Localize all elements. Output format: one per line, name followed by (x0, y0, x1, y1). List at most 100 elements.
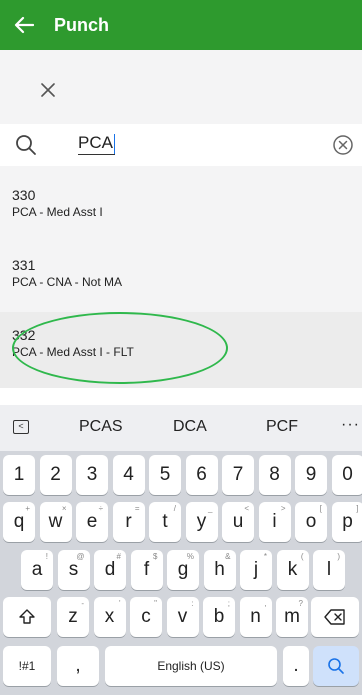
period-key[interactable]: . (283, 646, 309, 686)
key-h-label: h (214, 559, 225, 580)
key-y[interactable]: y _ (185, 502, 218, 542)
key-2-label: 2 (50, 464, 61, 485)
symbols-key-label: !#1 (18, 659, 36, 673)
key-i-alt: > (280, 504, 286, 513)
key-9-label: 9 (305, 464, 317, 485)
key-d-label: d (104, 559, 116, 580)
key-j[interactable]: j * (240, 550, 272, 590)
key-y-label: y (196, 511, 207, 532)
key-n[interactable]: n, (239, 597, 272, 637)
key-g[interactable]: g% (167, 550, 199, 590)
symbols-key[interactable]: !#1 (3, 646, 51, 686)
key-6-label: 6 (196, 464, 207, 485)
key-t[interactable]: t / (149, 502, 181, 542)
key-4[interactable]: 4 (112, 455, 145, 495)
key-p-label: p (342, 511, 353, 532)
key-e-alt: ÷ (98, 504, 103, 513)
close-bar (0, 60, 362, 120)
key-p-alt: ] (356, 504, 359, 513)
comma-key-label: , (75, 655, 81, 676)
key-m-alt: ? (298, 599, 303, 608)
key-u-alt: < (244, 504, 249, 513)
key-2[interactable]: 2 (39, 455, 72, 495)
space-key[interactable]: English (US) (105, 646, 277, 686)
key-l-label: l (326, 559, 332, 580)
key-v-label: v (177, 606, 188, 627)
key-e-label: e (86, 511, 98, 532)
key-m[interactable]: m? (276, 597, 308, 637)
back-arrow-icon[interactable] (0, 0, 48, 50)
key-0-label: 0 (342, 464, 353, 485)
result-name: PCA - Med Asst I (12, 205, 103, 219)
key-f-label: f (143, 559, 150, 580)
key-8-label: 8 (269, 464, 280, 485)
key-7-label: 7 (232, 464, 244, 485)
key-9[interactable]: 9 (295, 455, 327, 495)
key-6[interactable]: 6 (185, 455, 218, 495)
clear-circle-icon[interactable] (332, 134, 354, 156)
suggestion-bar: < PCAS DCA PCF ··· (0, 405, 362, 451)
backspace-icon[interactable] (311, 597, 359, 637)
key-q-label: q (13, 511, 25, 532)
key-k[interactable]: k( (276, 550, 309, 590)
close-icon[interactable] (36, 78, 60, 102)
key-r-label: r (125, 511, 132, 532)
key-c-alt: " (154, 599, 157, 608)
suggestion-item[interactable]: DCA (173, 418, 207, 436)
key-s[interactable]: s @ (57, 550, 90, 590)
key-8[interactable]: 8 (258, 455, 291, 495)
key-h[interactable]: h & (203, 550, 236, 590)
key-o[interactable]: o[ (295, 502, 327, 542)
key-b[interactable]: b; (203, 597, 235, 637)
key-3[interactable]: 3 (76, 455, 108, 495)
key-s-label: s (68, 559, 79, 580)
key-m-label: m (284, 606, 300, 627)
key-1[interactable]: 1 (3, 455, 35, 495)
period-key-label: . (293, 655, 299, 676)
space-key-label: English (US) (157, 659, 225, 673)
key-w-label: w (48, 511, 63, 532)
key-b-alt: ; (227, 599, 230, 608)
suggestion-item[interactable]: PCAS (79, 418, 123, 436)
key-q[interactable]: q + (3, 502, 35, 542)
key-w[interactable]: w × (39, 502, 72, 542)
shift-icon[interactable] (3, 597, 51, 637)
key-i-label: i (272, 511, 277, 532)
suggestion-item[interactable]: PCF (266, 418, 298, 436)
key-r-alt: = (134, 504, 140, 513)
key-e[interactable]: e ÷ (76, 502, 108, 542)
keyboard-toggle-icon[interactable]: < (13, 420, 29, 434)
key-7[interactable]: 7 (222, 455, 254, 495)
key-y-alt: _ (208, 504, 213, 513)
search-key[interactable] (313, 646, 359, 686)
list-item[interactable]: 330 PCA - Med Asst I (0, 172, 362, 248)
more-suggestions-icon[interactable]: ··· (341, 416, 360, 434)
key-c[interactable]: c " (130, 597, 162, 637)
key-k-alt: ( (300, 552, 304, 561)
highlight-oval (12, 312, 228, 384)
key-i[interactable]: i > (258, 502, 291, 542)
key-x[interactable]: x ' (93, 597, 126, 637)
key-u[interactable]: u < (222, 502, 254, 542)
comma-key[interactable]: , (57, 646, 99, 686)
key-d[interactable]: d # (94, 550, 126, 590)
key-z[interactable]: z- (57, 597, 89, 637)
search-input[interactable]: PCA (78, 132, 115, 155)
key-l[interactable]: l) (313, 550, 345, 590)
key-b-label: b (213, 606, 225, 627)
key-a[interactable]: a! (21, 550, 53, 590)
key-0[interactable]: 0 (331, 455, 362, 495)
result-code: 331 (12, 257, 36, 273)
key-p[interactable]: p] (331, 502, 362, 542)
key-r[interactable]: r = (112, 502, 145, 542)
key-f[interactable]: f $ (130, 550, 163, 590)
key-5[interactable]: 5 (149, 455, 181, 495)
list-item[interactable]: 331 PCA - CNA - Not MA (0, 242, 362, 318)
key-w-alt: × (61, 504, 67, 513)
result-name: PCA - CNA - Not MA (12, 275, 123, 289)
key-v[interactable]: v: (166, 597, 199, 637)
key-q-alt: + (25, 504, 30, 513)
result-code: 330 (12, 187, 36, 203)
key-h-alt: & (225, 552, 231, 561)
search-icon (328, 658, 344, 674)
